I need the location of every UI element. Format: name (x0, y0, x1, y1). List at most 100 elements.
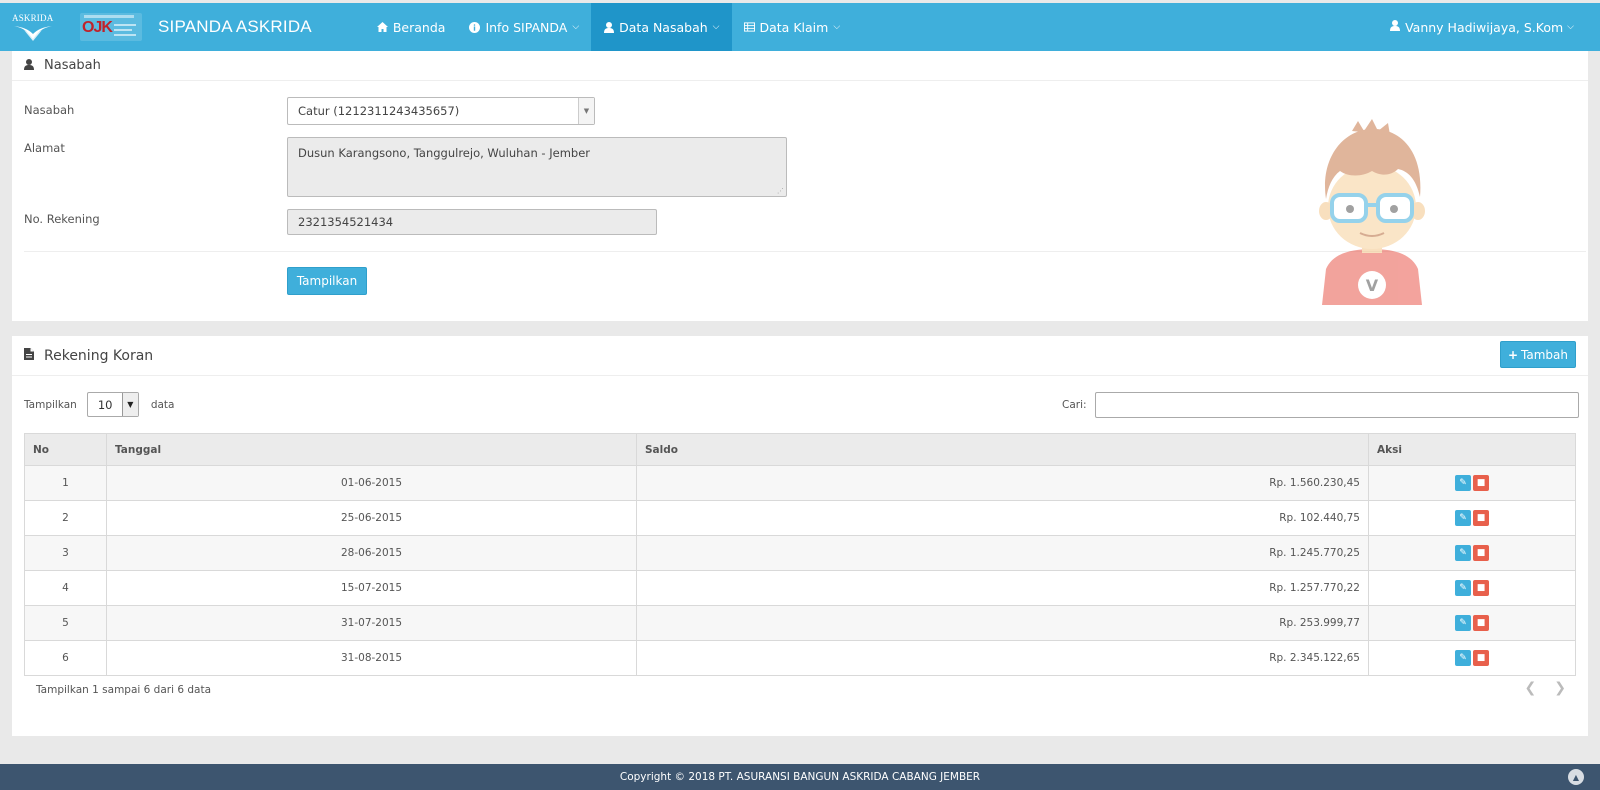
alamat-field[interactable]: Dusun Karangsono, Tanggulrejo, Wuluhan -… (287, 137, 787, 197)
col-no[interactable]: No (24, 433, 107, 466)
trash-icon: ■ (1476, 583, 1486, 593)
table-row: 1 01-06-2015 Rp. 1.560.230,45 ✎ ■ (24, 465, 1576, 501)
nasabah-select[interactable]: Catur (1212311243435657) ▼ (287, 97, 595, 125)
alamat-label: Alamat (24, 141, 65, 155)
panel-header: Rekening Koran (12, 336, 1588, 376)
cell-no: 2 (24, 500, 107, 536)
delete-button[interactable]: ■ (1473, 545, 1489, 561)
file-icon (24, 348, 34, 363)
rekening-label: No. Rekening (24, 212, 100, 226)
tambah-button[interactable]: + Tambah (1500, 341, 1576, 368)
cell-tanggal: 31-07-2015 (106, 605, 637, 641)
nav-data-nasabah[interactable]: Data Nasabah ⌵ (591, 3, 732, 51)
app-title[interactable]: SIPANDA ASKRIDA (158, 17, 312, 37)
chevron-up-icon[interactable]: ▲ (1568, 769, 1584, 785)
plus-icon: + (1507, 347, 1519, 362)
trash-icon: ■ (1476, 478, 1486, 488)
nasabah-select-value: Catur (1212311243435657) (298, 104, 460, 118)
delete-button[interactable]: ■ (1473, 650, 1489, 666)
nav-beranda[interactable]: Beranda (365, 3, 458, 51)
rekening-field[interactable]: 2321354521434 (287, 209, 657, 235)
cell-saldo: Rp. 253.999,77 (636, 605, 1369, 641)
pagination: ❮ ❯ (1525, 680, 1566, 696)
search-label: Cari: (1062, 399, 1087, 411)
cell-aksi: ✎ ■ (1368, 535, 1576, 571)
panel-title: Nasabah (44, 58, 101, 73)
col-aksi: Aksi (1368, 433, 1576, 466)
rekening-koran-panel: Rekening Koran + Tambah Tampilkan 10 ▼ d… (12, 336, 1588, 736)
table-header-row: No Tanggal Saldo Aksi (24, 433, 1576, 466)
length-select[interactable]: 10 ▼ (86, 392, 139, 417)
chevron-right-icon[interactable]: ❯ (1554, 680, 1566, 696)
cell-no: 3 (24, 535, 107, 571)
delete-button[interactable]: ■ (1473, 510, 1489, 526)
delete-button[interactable]: ■ (1473, 475, 1489, 491)
home-icon (376, 22, 388, 32)
cell-tanggal: 15-07-2015 (106, 570, 637, 606)
trash-icon: ■ (1476, 618, 1486, 628)
delete-button[interactable]: ■ (1473, 615, 1489, 631)
nav-info-label: Info SIPANDA (485, 19, 568, 35)
pencil-icon: ✎ (1459, 653, 1467, 663)
edit-button[interactable]: ✎ (1455, 510, 1471, 526)
alamat-value: Dusun Karangsono, Tanggulrejo, Wuluhan -… (298, 146, 591, 160)
edit-button[interactable]: ✎ (1455, 615, 1471, 631)
user-icon (1390, 20, 1401, 34)
nav-data-klaim[interactable]: Data Klaim ⌵ (732, 3, 853, 51)
cell-saldo: Rp. 2.345.122,65 (636, 640, 1369, 676)
brand[interactable]: ASKRIDA OJK SIPANDA ASKRIDA (0, 3, 312, 51)
table-row: 5 31-07-2015 Rp. 253.999,77 ✎ ■ (24, 605, 1576, 641)
cell-tanggal: 01-06-2015 (106, 465, 637, 501)
pencil-icon: ✎ (1459, 583, 1467, 593)
cell-no: 1 (24, 465, 107, 501)
cell-tanggal: 28-06-2015 (106, 535, 637, 571)
pencil-icon: ✎ (1459, 513, 1467, 523)
cell-no: 6 (24, 640, 107, 676)
panel-title: Rekening Koran (44, 347, 154, 364)
tampilkan-button[interactable]: Tampilkan (287, 267, 367, 295)
col-tanggal[interactable]: Tanggal (106, 433, 637, 466)
user-icon (24, 58, 34, 73)
cell-tanggal: 31-08-2015 (106, 640, 637, 676)
nav-nasabah-label: Data Nasabah (619, 19, 708, 35)
nav-info-sipanda[interactable]: Info SIPANDA ⌵ (457, 3, 591, 51)
cell-saldo: Rp. 102.440,75 (636, 500, 1369, 536)
copyright-text: Copyright © 2018 PT. ASURANSI BANGUN ASK… (619, 771, 981, 783)
chevron-left-icon[interactable]: ❮ (1525, 680, 1537, 696)
resize-grip-icon[interactable]: ⋰ (777, 187, 784, 195)
delete-button[interactable]: ■ (1473, 580, 1489, 596)
trash-icon: ■ (1476, 653, 1486, 663)
chevron-down-icon: ⌵ (1567, 22, 1574, 32)
edit-button[interactable]: ✎ (1455, 545, 1471, 561)
table-icon (743, 22, 755, 32)
user-menu[interactable]: Vanny Hadiwijaya, S.Kom ⌵ (1390, 20, 1574, 35)
edit-button[interactable]: ✎ (1455, 580, 1471, 596)
footer: Copyright © 2018 PT. ASURANSI BANGUN ASK… (0, 764, 1600, 790)
search-input[interactable] (1094, 392, 1579, 418)
panel-header: Nasabah (12, 51, 1588, 81)
svg-text:V: V (1366, 276, 1379, 295)
cell-aksi: ✎ ■ (1368, 465, 1576, 501)
cell-saldo: Rp. 1.560.230,45 (636, 465, 1369, 501)
nav-klaim-label: Data Klaim (759, 19, 829, 35)
cell-aksi: ✎ ■ (1368, 605, 1576, 641)
edit-button[interactable]: ✎ (1455, 475, 1471, 491)
edit-button[interactable]: ✎ (1455, 650, 1471, 666)
table-row: 3 28-06-2015 Rp. 1.245.770,25 ✎ ■ (24, 535, 1576, 571)
cell-saldo: Rp. 1.245.770,25 (636, 535, 1369, 571)
cell-aksi: ✎ ■ (1368, 500, 1576, 536)
nasabah-panel: Nasabah Nasabah Catur (1212311243435657)… (12, 51, 1588, 321)
ojk-logo: OJK (80, 13, 142, 41)
length-prefix: Tampilkan (24, 398, 77, 411)
pencil-icon: ✎ (1459, 618, 1467, 628)
tambah-label: Tambah (1521, 347, 1569, 362)
table-info: Tampilkan 1 sampai 6 dari 6 data (36, 684, 212, 696)
cell-no: 4 (24, 570, 107, 606)
col-saldo[interactable]: Saldo (636, 433, 1369, 466)
table-row: 2 25-06-2015 Rp. 102.440,75 ✎ ■ (24, 500, 1576, 536)
caret-down-icon: ▼ (578, 98, 594, 124)
length-suffix: data (150, 398, 175, 411)
cell-saldo: Rp. 1.257.770,22 (636, 570, 1369, 606)
trash-icon: ■ (1476, 513, 1486, 523)
length-control: Tampilkan 10 ▼ data (24, 392, 174, 417)
